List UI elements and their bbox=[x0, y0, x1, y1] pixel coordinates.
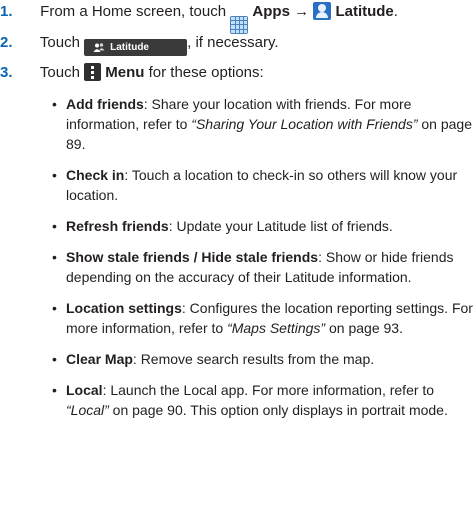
option-text: : Touch a location to check-in so others… bbox=[66, 167, 458, 203]
list-item: • Show stale friends / Hide stale friend… bbox=[52, 249, 454, 285]
step-end: , if necessary. bbox=[187, 34, 279, 51]
cross-reference: “Local” bbox=[66, 402, 109, 418]
option-text: : Update your Latitude list of friends. bbox=[168, 218, 393, 234]
list-item: • Check in: Touch a location to check-in… bbox=[52, 167, 458, 203]
step-number: 2. bbox=[0, 34, 13, 51]
list-item: • Refresh friends: Update your Latitude … bbox=[52, 218, 393, 234]
option-title: Clear Map bbox=[66, 351, 133, 367]
step-3: 3. Touch Menu for these options: bbox=[0, 63, 264, 83]
page-ref: on page 93. bbox=[325, 320, 403, 336]
latitude-tab-button: Latitude bbox=[84, 39, 188, 56]
apps-grid-icon bbox=[230, 15, 249, 34]
list-item: • Location settings: Configures the loca… bbox=[52, 300, 473, 336]
list-item: • Local: Launch the Local app. For more … bbox=[52, 382, 448, 418]
friends-icon bbox=[93, 43, 105, 52]
step-1: 1. From a Home screen, touch Apps → Lati… bbox=[0, 2, 398, 34]
step-2: 2. Touch Latitude , if necessary. bbox=[0, 33, 279, 56]
list-item: • Add friends: Share your location with … bbox=[52, 96, 472, 152]
apps-label: Apps bbox=[252, 3, 290, 20]
arrow: → bbox=[294, 3, 310, 20]
option-title: Show stale friends / Hide stale friends bbox=[66, 249, 319, 265]
latitude-button-label: Latitude bbox=[110, 42, 149, 53]
option-title: Local bbox=[66, 382, 103, 398]
list-item: • Clear Map: Remove search results from … bbox=[52, 351, 375, 367]
options-list: • Add friends: Share your location with … bbox=[52, 94, 476, 420]
cross-reference: “Sharing Your Location with Friends” bbox=[191, 116, 418, 132]
option-title: Add friends bbox=[66, 96, 144, 112]
step-end: . bbox=[393, 3, 398, 20]
step-number: 1. bbox=[0, 3, 13, 20]
latitude-label: Latitude bbox=[335, 3, 394, 20]
option-text: : Launch the Local app. For more informa… bbox=[102, 382, 435, 398]
cross-reference: “Maps Settings” bbox=[227, 320, 326, 336]
option-title: Check in bbox=[66, 167, 125, 183]
step-end: for these options: bbox=[148, 64, 264, 81]
step-text: From a Home screen, touch bbox=[40, 3, 227, 20]
menu-label: Menu bbox=[105, 64, 145, 81]
page-ref: on page 90. This option only displays in… bbox=[108, 402, 448, 418]
step-text: Touch bbox=[39, 64, 80, 81]
latitude-person-icon bbox=[313, 2, 332, 20]
option-title: Location settings bbox=[66, 300, 182, 316]
step-number: 3. bbox=[0, 64, 13, 81]
manual-page: 1. From a Home screen, touch Apps → Lati… bbox=[0, 0, 476, 515]
step-text: Touch bbox=[39, 34, 80, 51]
option-title: Refresh friends bbox=[66, 218, 169, 234]
menu-dots-icon bbox=[84, 63, 102, 81]
option-text: : Remove search results from the map. bbox=[132, 351, 375, 367]
